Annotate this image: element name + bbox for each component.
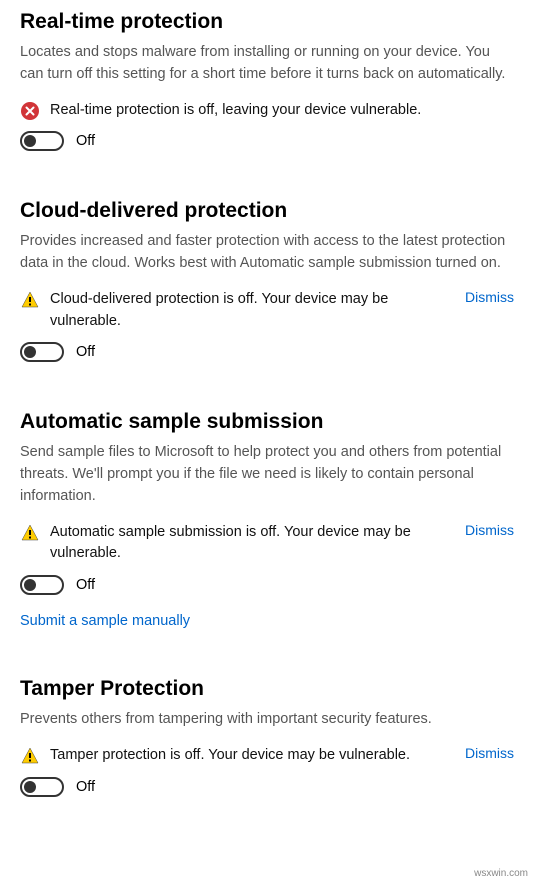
sample-alert-row: Automatic sample submission is off. Your…	[20, 522, 514, 566]
sample-toggle-label: Off	[76, 577, 95, 593]
cloud-desc: Provides increased and faster protection…	[20, 231, 514, 275]
tamper-dismiss-link[interactable]: Dismiss	[465, 745, 514, 761]
cloud-alert-row: Cloud-delivered protection is off. Your …	[20, 289, 514, 333]
sample-toggle[interactable]	[20, 575, 64, 595]
sample-desc: Send sample files to Microsoft to help p…	[20, 442, 514, 507]
warning-icon	[20, 290, 40, 310]
realtime-toggle-label: Off	[76, 133, 95, 149]
sample-alert-text: Automatic sample submission is off. Your…	[50, 522, 455, 566]
tamper-alert-row: Tamper protection is off. Your device ma…	[20, 745, 514, 767]
sample-toggle-row: Off	[20, 575, 514, 595]
warning-icon	[20, 523, 40, 543]
tamper-desc: Prevents others from tampering with impo…	[20, 709, 514, 731]
watermark: wsxwin.com	[474, 868, 528, 879]
cloud-toggle-label: Off	[76, 344, 95, 360]
section-tamper: Tamper Protection Prevents others from t…	[20, 677, 514, 797]
realtime-alert-row: Real-time protection is off, leaving you…	[20, 100, 514, 122]
realtime-desc: Locates and stops malware from installin…	[20, 42, 514, 86]
realtime-alert-text: Real-time protection is off, leaving you…	[50, 100, 514, 122]
cloud-dismiss-link[interactable]: Dismiss	[465, 289, 514, 305]
realtime-toggle[interactable]	[20, 131, 64, 151]
tamper-toggle-label: Off	[76, 779, 95, 795]
section-sample: Automatic sample submission Send sample …	[20, 410, 514, 629]
section-cloud: Cloud-delivered protection Provides incr…	[20, 199, 514, 362]
cloud-alert-text: Cloud-delivered protection is off. Your …	[50, 289, 455, 333]
realtime-toggle-row: Off	[20, 131, 514, 151]
tamper-toggle-row: Off	[20, 777, 514, 797]
cloud-toggle[interactable]	[20, 342, 64, 362]
tamper-alert-text: Tamper protection is off. Your device ma…	[50, 745, 455, 767]
warning-icon	[20, 746, 40, 766]
tamper-title: Tamper Protection	[20, 677, 514, 701]
sample-dismiss-link[interactable]: Dismiss	[465, 522, 514, 538]
cloud-title: Cloud-delivered protection	[20, 199, 514, 223]
realtime-title: Real-time protection	[20, 10, 514, 34]
tamper-toggle[interactable]	[20, 777, 64, 797]
sample-title: Automatic sample submission	[20, 410, 514, 434]
submit-sample-link[interactable]: Submit a sample manually	[20, 613, 190, 629]
section-realtime: Real-time protection Locates and stops m…	[20, 10, 514, 151]
cloud-toggle-row: Off	[20, 342, 514, 362]
error-icon	[20, 101, 40, 121]
